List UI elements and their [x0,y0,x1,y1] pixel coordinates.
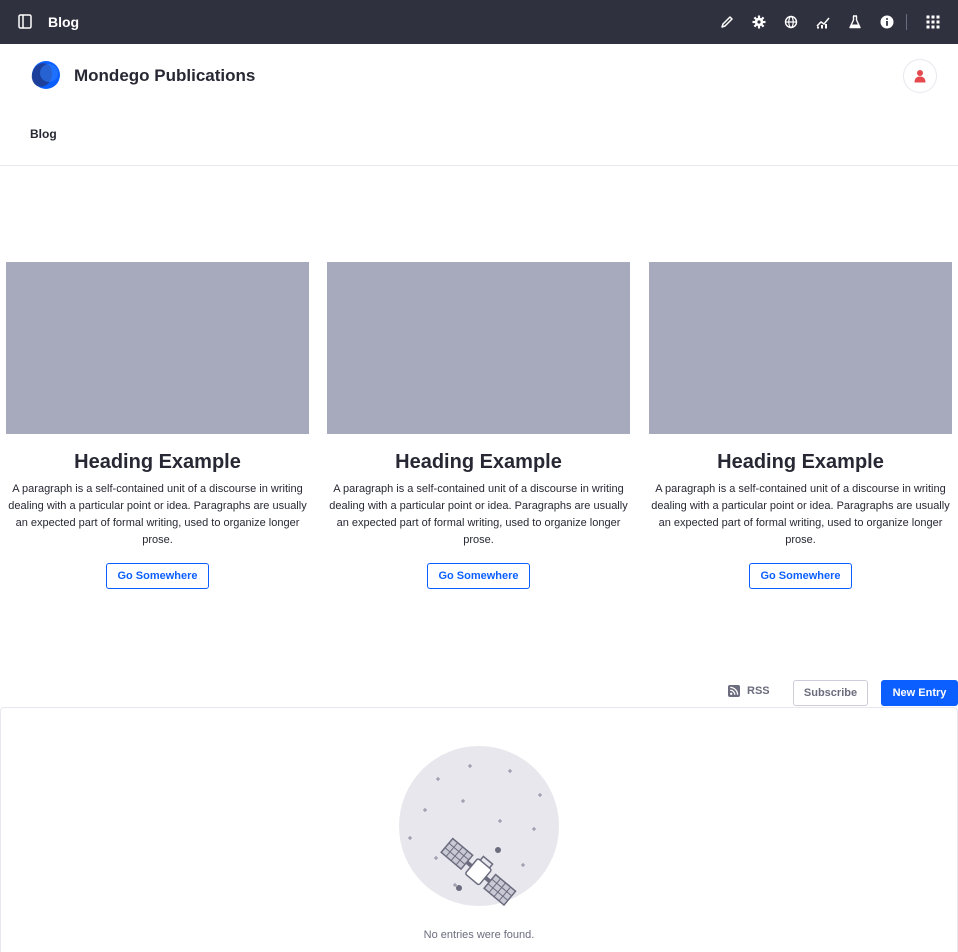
globe-icon[interactable] [782,13,800,31]
flask-icon[interactable] [846,13,864,31]
card: Heading Example A paragraph is a self-co… [327,262,630,589]
site-header: Mondego Publications Blog [0,44,958,166]
satellite-illustration-icon [399,746,559,907]
apps-grid-icon[interactable] [924,13,942,31]
card-heading: Heading Example [717,451,884,473]
site-logo-icon[interactable] [29,60,61,90]
analytics-icon[interactable] [814,13,832,31]
pencil-icon[interactable] [718,13,736,31]
gear-icon[interactable] [750,13,768,31]
toolbar-divider [906,14,907,30]
card: Heading Example A paragraph is a self-co… [6,262,309,589]
go-somewhere-button[interactable]: Go Somewhere [106,563,209,589]
card-text: A paragraph is a self-contained unit of … [651,483,950,546]
card-image-placeholder [649,262,952,434]
new-entry-button[interactable]: New Entry [881,680,958,706]
card-image-placeholder [6,262,309,434]
site-name[interactable]: Mondego Publications [74,66,255,86]
card-heading: Heading Example [74,451,241,473]
card-heading: Heading Example [395,451,562,473]
sidebar-toggle-icon[interactable] [18,14,34,30]
rss-icon [728,685,740,697]
go-somewhere-button[interactable]: Go Somewhere [427,563,530,589]
rss-link[interactable]: RSS [728,685,770,697]
card-text: A paragraph is a self-contained unit of … [329,483,628,546]
nav-item-blog[interactable]: Blog [30,127,57,141]
empty-state-message: No entries were found. [423,929,535,941]
user-icon [914,70,926,83]
card: Heading Example A paragraph is a self-co… [649,262,952,589]
subscribe-button[interactable]: Subscribe [793,680,868,706]
page-title: Blog [48,14,80,30]
card-text: A paragraph is a self-contained unit of … [8,483,307,546]
info-icon[interactable] [878,13,896,31]
control-bar: Blog [0,0,958,44]
card-image-placeholder [327,262,630,434]
user-avatar-button[interactable] [903,59,937,93]
rss-label: RSS [747,685,770,697]
go-somewhere-button[interactable]: Go Somewhere [749,563,852,589]
